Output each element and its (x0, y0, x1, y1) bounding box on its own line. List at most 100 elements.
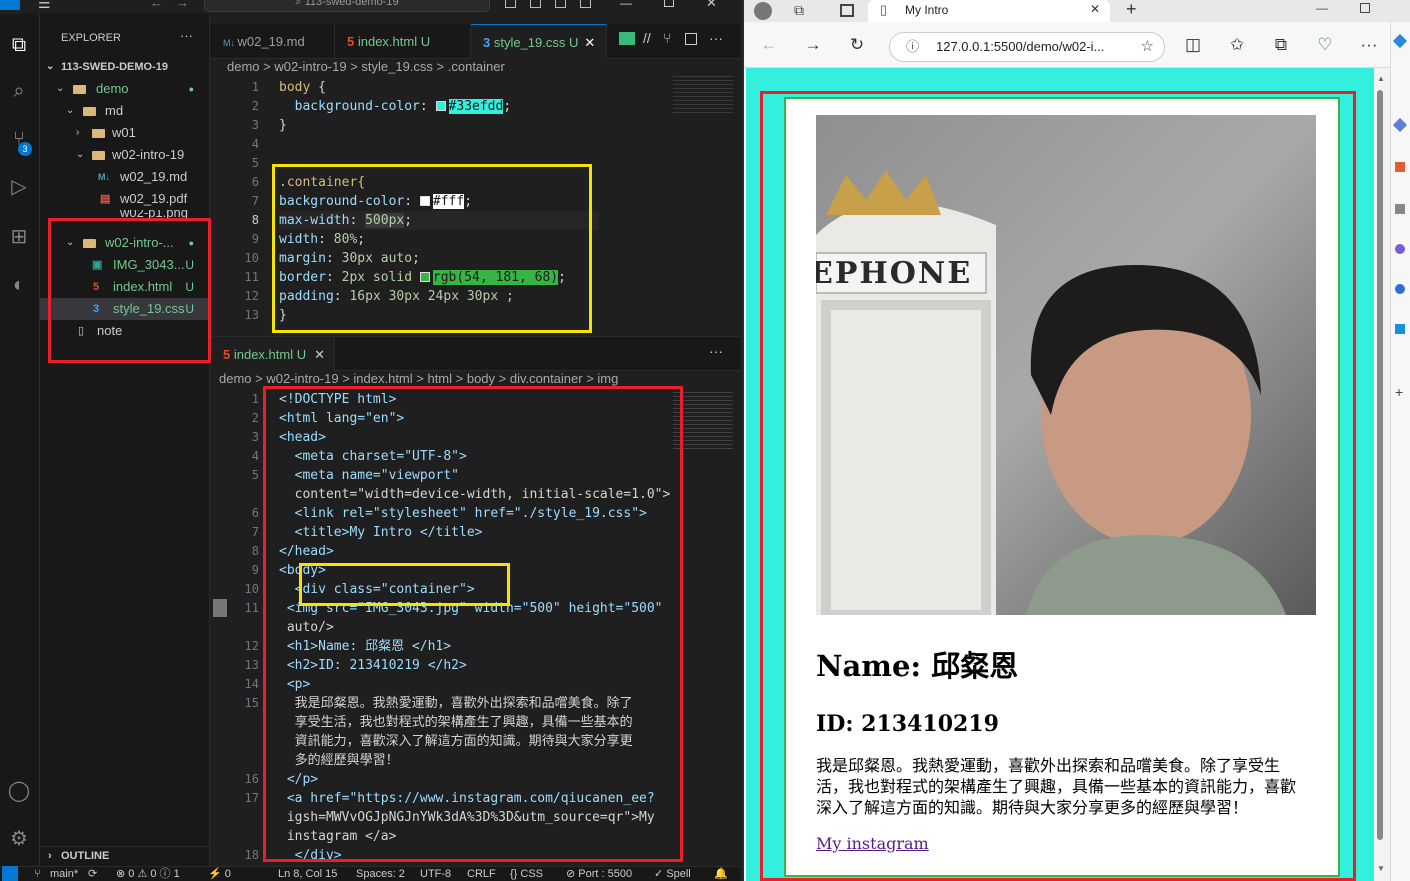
cursor-position[interactable]: Ln 8, Col 15 (278, 867, 337, 881)
page-scrollbar[interactable]: ▲ ▼ (1374, 68, 1386, 881)
search-sidebar-icon[interactable] (1392, 117, 1408, 133)
split-editor-icon[interactable] (685, 33, 697, 45)
workspace-root[interactable]: ⌄ 113-SWED-DEMO-19 (40, 56, 210, 78)
css-code[interactable]: body { background-color: #33efdd; } .con… (279, 78, 669, 328)
explorer-more-icon[interactable]: ··· (180, 28, 193, 43)
tab-index-html[interactable]: 5 index.html U (335, 24, 471, 59)
toggle-panel-icon[interactable] (530, 0, 541, 8)
color-swatch[interactable] (435, 101, 446, 111)
tab-actions-icon[interactable] (840, 4, 854, 17)
remote-indicator-icon[interactable] (2, 866, 18, 881)
settings-gear-icon[interactable]: ⚙ (6, 826, 32, 852)
run-debug-icon[interactable]: ▷ (6, 174, 32, 200)
git-changes-icon[interactable]: ⑂ (663, 30, 671, 46)
toggle-sidebar-icon[interactable] (505, 0, 516, 8)
browser-essentials-icon[interactable]: ♡ (1312, 32, 1338, 58)
scroll-up-icon[interactable]: ▲ (1377, 74, 1385, 83)
tree-folder-w02-intro-19[interactable]: ⌄ w02-intro-19 (40, 144, 210, 166)
refresh-icon[interactable]: ↻ (844, 32, 870, 58)
tab-w02-md[interactable]: M↓ w02_19.md (211, 24, 335, 59)
favorites-icon[interactable]: ✩ (1224, 32, 1250, 58)
problems-indicator[interactable]: ⊗ 0 ⚠ 0 ⓘ 1 (116, 867, 180, 881)
back-arrow-icon[interactable]: ← (150, 0, 163, 10)
explorer-icon[interactable]: ⧉ (6, 32, 32, 58)
forward-icon[interactable]: → (800, 32, 826, 58)
language-mode[interactable]: {} CSS (510, 867, 543, 881)
add-sidebar-icon[interactable]: + (1395, 384, 1403, 400)
tree-file-note[interactable]: ▯ note (40, 320, 210, 342)
send-icon[interactable] (1395, 324, 1405, 334)
css-breadcrumb[interactable]: demo > w02-intro-19 > style_19.css > .co… (211, 56, 740, 78)
indentation[interactable]: Spaces: 2 (356, 867, 405, 881)
settings-more-icon[interactable]: ··· (1356, 32, 1382, 58)
copilot-icon[interactable] (1392, 33, 1408, 49)
tree-file-w02-19-pdf[interactable]: ▤ w02_19.pdf (40, 188, 210, 210)
close-window-icon[interactable]: ✕ (706, 0, 717, 11)
collections-icon[interactable]: ⧉ (1268, 32, 1294, 58)
games-icon[interactable] (1395, 244, 1405, 254)
minimap[interactable] (673, 392, 733, 452)
tree-folder-md[interactable]: ⌄ md (40, 100, 210, 122)
git-branch[interactable]: main* (50, 867, 78, 881)
instagram-link[interactable]: My instagram (816, 834, 929, 853)
command-center-search[interactable]: ⌕ 113-swed-demo-19 (204, 0, 490, 12)
sync-icon[interactable]: ⟳ (88, 867, 97, 881)
account-icon[interactable]: ◯ (6, 778, 32, 804)
back-icon[interactable]: ← (756, 32, 782, 58)
maximize-icon[interactable] (1360, 3, 1370, 13)
menu-icon[interactable]: ☰ (38, 0, 51, 12)
scroll-down-icon[interactable]: ▼ (1377, 864, 1385, 873)
spell-check[interactable]: ✓ Spell (654, 867, 691, 881)
more-actions-icon[interactable]: ··· (709, 30, 723, 46)
tree-folder-w02-intro[interactable]: ⌄ w02-intro-... ● (40, 232, 210, 254)
shopping-icon[interactable] (1395, 162, 1405, 172)
forward-arrow-icon[interactable]: → (176, 0, 189, 10)
collections-icon[interactable]: ⧉ (794, 2, 804, 19)
profile-avatar[interactable] (754, 2, 772, 20)
url-field[interactable]: ⓘ 127.0.0.1:5500/demo/w02-i... ☆ (889, 32, 1165, 62)
minimize-icon[interactable]: — (620, 0, 632, 10)
tree-status: U (185, 280, 194, 294)
tree-file-style-css[interactable]: 3 style_19.css U (40, 298, 210, 320)
extensions-icon[interactable]: ⊞ (6, 224, 32, 250)
close-tab-icon[interactable]: ✕ (584, 35, 595, 50)
live-server-port[interactable]: ⊘ Port : 5500 (566, 867, 632, 881)
toggle-secondary-sidebar-icon[interactable] (555, 0, 566, 8)
minimap[interactable] (673, 76, 733, 116)
close-tab-icon[interactable]: ✕ (1090, 2, 1100, 16)
compare-icon[interactable]: // (643, 30, 651, 46)
search-activity-icon[interactable]: ⌕ (6, 78, 32, 104)
tab-style-css[interactable]: 3 style_19.css U ✕ (471, 24, 607, 59)
encoding[interactable]: UTF-8 (420, 867, 451, 881)
office-icon[interactable] (1395, 284, 1405, 294)
close-tab-icon[interactable]: ✕ (314, 347, 325, 362)
line-ending[interactable]: CRLF (467, 867, 496, 881)
split-screen-icon[interactable]: ◫ (1180, 32, 1206, 58)
outline-section[interactable]: › OUTLINE (40, 846, 210, 866)
scrollbar-thumb[interactable] (1377, 90, 1383, 840)
preview-icon[interactable] (619, 32, 635, 45)
color-swatch[interactable] (419, 196, 430, 206)
more-actions-icon[interactable]: ··· (709, 343, 723, 359)
maximize-icon[interactable] (664, 0, 674, 7)
tree-folder-demo[interactable]: ⌄ demo ● (40, 78, 210, 100)
color-swatch[interactable] (419, 272, 430, 282)
tree-file-img[interactable]: ▣ IMG_3043... U (40, 254, 210, 276)
tree-folder-w01[interactable]: › w01 (40, 122, 210, 144)
minimize-icon[interactable]: — (1316, 1, 1328, 15)
remote-explorer-icon[interactable]: ◐ (6, 272, 32, 298)
layout-icon[interactable] (580, 0, 591, 8)
ports-indicator[interactable]: ⚡ 0 (208, 867, 231, 881)
tree-file-w02-p1-png[interactable]: w02-p1.png (40, 210, 210, 220)
tree-file-index-html[interactable]: 5 index.html U (40, 276, 210, 298)
tab-index-html-bottom[interactable]: 5 index.html U ✕ (211, 337, 335, 372)
html-breadcrumb[interactable]: demo > w02-intro-19 > index.html > html … (211, 368, 740, 390)
tools-icon[interactable] (1395, 204, 1405, 214)
favorite-star-icon[interactable]: ☆ (1141, 33, 1154, 61)
browser-tab[interactable]: ▯ My Intro ✕ (868, 0, 1110, 22)
file-icon: ▯ (78, 325, 85, 337)
notifications-icon[interactable]: 🔔 (714, 867, 728, 881)
tree-file-w02-19-md[interactable]: M↓ w02_19.md (40, 166, 210, 188)
html-code[interactable]: <!DOCTYPE html> <html lang="en"> <head> <m… (279, 390, 679, 866)
new-tab-icon[interactable]: + (1126, 0, 1137, 20)
